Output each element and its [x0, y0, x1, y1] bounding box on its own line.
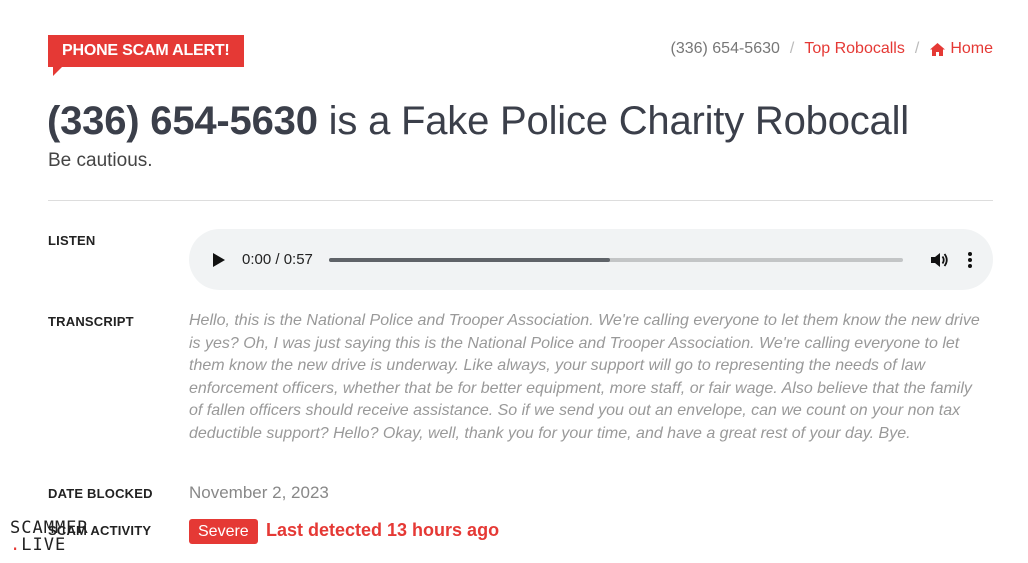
- logo-dot: .: [10, 535, 22, 555]
- scammer-live-logo: SCAMMER .LIVE: [10, 520, 89, 554]
- logo-line-2: LIVE: [21, 535, 67, 555]
- header-divider: [48, 200, 993, 201]
- volume-icon[interactable]: [929, 250, 949, 270]
- audio-time: 0:00 / 0:57: [242, 251, 313, 268]
- breadcrumb-top-robocalls-link[interactable]: Top Robocalls: [804, 40, 905, 58]
- severity-badge: Severe: [189, 519, 258, 544]
- transcript-label: TRANSCRIPT: [48, 314, 134, 329]
- page-title-text: is a Fake Police Charity Robocall: [317, 99, 910, 143]
- breadcrumb-home-label: Home: [950, 40, 993, 57]
- audio-progress-fill: [328, 257, 611, 262]
- date-blocked-label: DATE BLOCKED: [48, 486, 153, 501]
- breadcrumb-current-phone: (336) 654-5630: [670, 40, 780, 57]
- breadcrumb: (336) 654-5630 / Top Robocalls / Home: [670, 40, 993, 58]
- breadcrumb-home-link[interactable]: Home: [929, 40, 993, 58]
- listen-label: LISTEN: [48, 233, 96, 248]
- audio-player[interactable]: 0:00 / 0:57: [189, 229, 993, 290]
- date-blocked-value: November 2, 2023: [189, 483, 329, 502]
- breadcrumb-separator: /: [914, 40, 920, 57]
- breadcrumb-separator: /: [789, 40, 795, 57]
- phone-scam-alert-badge: PHONE SCAM ALERT!: [48, 35, 244, 76]
- transcript-text: Hello, this is the National Police and T…: [189, 312, 980, 442]
- audio-progress-bar[interactable]: [328, 257, 903, 262]
- more-options-icon[interactable]: [967, 251, 973, 269]
- home-icon: [930, 42, 946, 56]
- page-subtitle: Be cautious.: [48, 150, 153, 171]
- page-title-phone: (336) 654-5630: [47, 99, 318, 143]
- page-title: (336) 654-5630 is a Fake Police Charity …: [47, 96, 909, 146]
- last-detected-text: Last detected 13 hours ago: [266, 520, 500, 540]
- play-icon[interactable]: [212, 252, 226, 268]
